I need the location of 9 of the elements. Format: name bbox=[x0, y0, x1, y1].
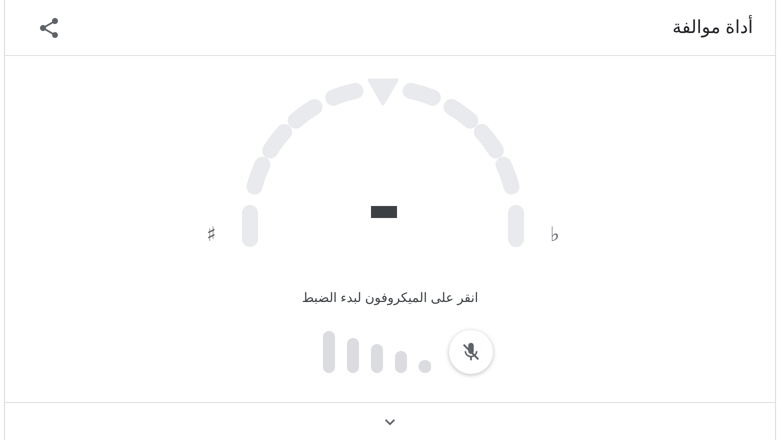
pointer-triangle bbox=[368, 78, 399, 106]
share-icon[interactable] bbox=[37, 16, 61, 40]
instruction-text: انقر على الميكروفون لبدء الضبط bbox=[302, 290, 478, 306]
note-placeholder bbox=[371, 206, 398, 218]
widget-title: أداة موالفة bbox=[672, 17, 753, 38]
microphone-button[interactable] bbox=[449, 330, 493, 374]
flat-label: ♭ bbox=[550, 222, 560, 248]
muted-microphone-icon bbox=[460, 341, 482, 363]
sharp-label: ♯ bbox=[206, 222, 216, 248]
